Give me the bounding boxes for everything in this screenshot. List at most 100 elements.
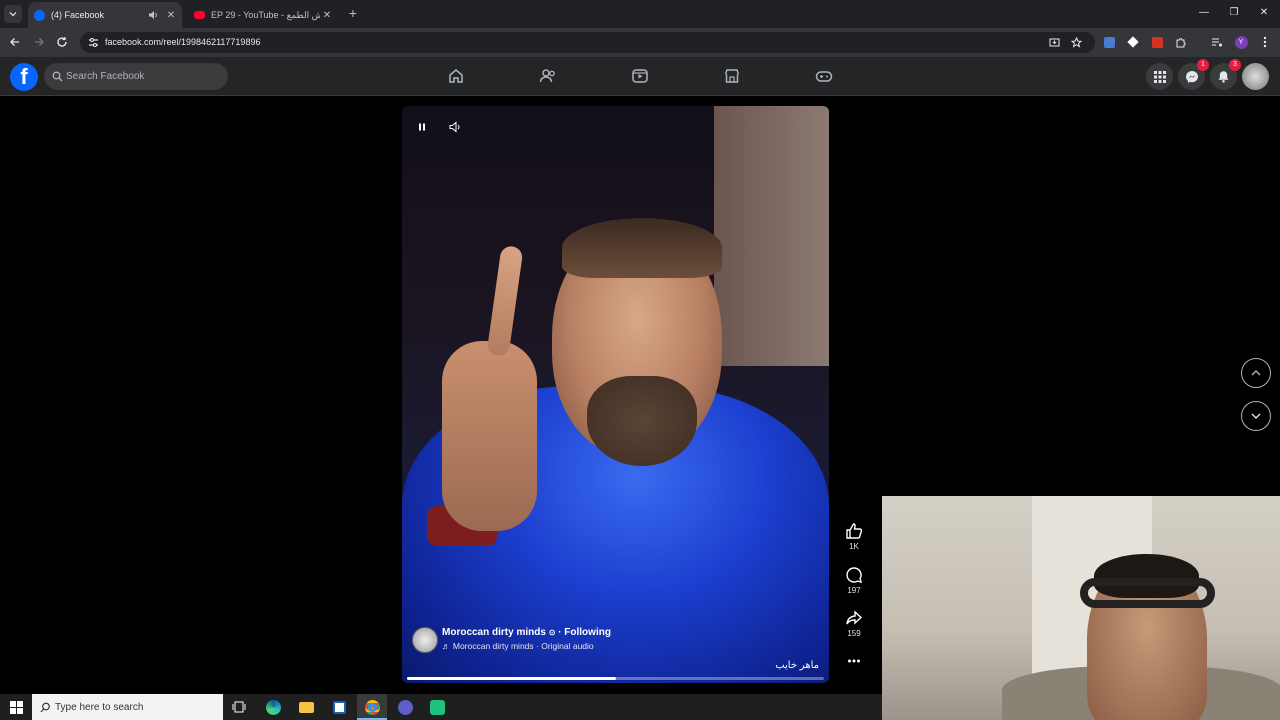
video-scene-beard: [587, 376, 697, 466]
author-name[interactable]: Moroccan dirty minds: [442, 627, 546, 638]
bell-icon: [1218, 71, 1229, 83]
more-options-button[interactable]: [840, 654, 868, 668]
chevron-down-icon: [1251, 413, 1261, 419]
notifications-badge: 3: [1229, 59, 1241, 71]
chrome-icon: [364, 699, 380, 715]
close-tab-icon[interactable]: ✕: [320, 8, 334, 22]
arrow-right-icon: [35, 38, 44, 46]
taskbar-search-input[interactable]: Type here to search: [32, 694, 223, 720]
grid-icon: [1153, 70, 1166, 83]
arrow-left-icon: [10, 38, 19, 46]
facebook-header: f Search Facebook 1 3: [0, 57, 1280, 96]
app-taskbar-button[interactable]: [428, 698, 446, 716]
author-line: Moroccan dirty minds ⊙ · Following: [442, 627, 611, 638]
facebook-favicon-icon: [34, 9, 45, 21]
speaker-icon[interactable]: [146, 8, 160, 22]
pause-icon: [419, 123, 425, 131]
youtube-favicon-icon: [194, 11, 205, 19]
next-reel-button[interactable]: [1241, 401, 1271, 431]
author-avatar[interactable]: [412, 627, 438, 653]
app-icon: [429, 699, 445, 715]
video-scene-hair: [562, 218, 722, 278]
search-placeholder: Search Facebook: [66, 71, 145, 82]
menu-grid-button[interactable]: [1146, 63, 1173, 90]
forward-button[interactable]: [32, 35, 46, 49]
windows-start-button[interactable]: [7, 698, 25, 716]
music-note-icon: ♬: [442, 641, 453, 651]
translate-extension-icon[interactable]: [1102, 35, 1116, 49]
webcam-overlay: [882, 496, 1280, 720]
close-window-button[interactable]: ✕: [1250, 4, 1278, 22]
facebook-search-input[interactable]: Search Facebook: [44, 63, 228, 90]
following-button[interactable]: · Following: [558, 627, 611, 638]
account-avatar[interactable]: [1242, 63, 1269, 90]
share-action[interactable]: 159: [840, 609, 868, 638]
file-explorer-button[interactable]: [297, 698, 315, 716]
back-button[interactable]: [8, 35, 22, 49]
folder-icon: [298, 701, 314, 713]
reload-button[interactable]: [55, 35, 69, 49]
pause-button[interactable]: [413, 118, 431, 136]
nav-marketplace-icon[interactable]: [723, 67, 741, 85]
extension-diamond-icon[interactable]: [1126, 35, 1140, 49]
close-tab-icon[interactable]: ✕: [164, 8, 178, 22]
like-action[interactable]: 1K: [840, 522, 868, 551]
chrome-taskbar-button[interactable]: [363, 698, 381, 716]
extensions-puzzle-icon[interactable]: [1174, 35, 1188, 49]
browser-menu-icon[interactable]: [1258, 35, 1272, 49]
search-icon: [52, 71, 63, 82]
task-view-icon: [232, 701, 246, 713]
tab-facebook[interactable]: (4) Facebook ✕: [28, 2, 182, 28]
messenger-icon: [1185, 70, 1198, 83]
nav-friends-icon[interactable]: [539, 67, 557, 85]
profile-avatar[interactable]: Y: [1234, 35, 1248, 49]
task-view-button[interactable]: [230, 698, 248, 716]
media-control-icon[interactable]: [1210, 35, 1224, 49]
reload-icon: [57, 37, 67, 47]
obs-taskbar-button[interactable]: [396, 698, 414, 716]
facebook-logo[interactable]: f: [10, 63, 38, 91]
more-horizontal-icon: [848, 659, 860, 663]
like-icon: [846, 523, 863, 539]
share-count: 159: [847, 629, 861, 638]
tab-youtube[interactable]: EP 29 - YouTube - عش الطمع ✕: [188, 2, 338, 28]
video-progress-fill: [407, 677, 616, 680]
speaker-icon: [449, 121, 460, 133]
video-progress-bar[interactable]: [407, 677, 824, 680]
url-text: facebook.com/reel/1998462117719896: [105, 37, 261, 47]
bookmark-star-icon[interactable]: [1069, 35, 1083, 49]
reel-video[interactable]: Moroccan dirty minds ⊙ · Following ♬ Mor…: [402, 106, 829, 683]
store-button[interactable]: [330, 698, 348, 716]
like-count: 1K: [849, 542, 859, 551]
mute-button[interactable]: [446, 118, 464, 136]
tab-title: EP 29 - YouTube - عش الطمع: [211, 9, 320, 20]
nav-video-icon[interactable]: [631, 67, 649, 85]
taskbar-search-placeholder: Type here to search: [55, 701, 144, 713]
store-icon: [332, 700, 346, 714]
browser-toolbar: facebook.com/reel/1998462117719896 Y: [0, 28, 1280, 57]
windows-taskbar: Type here to search: [0, 694, 882, 720]
extension-red-icon[interactable]: [1150, 35, 1164, 49]
install-app-icon[interactable]: [1047, 35, 1061, 49]
minimize-button[interactable]: —: [1190, 4, 1218, 22]
obs-icon: [397, 699, 413, 715]
comment-action[interactable]: 197: [840, 566, 868, 595]
tab-search-button[interactable]: [4, 5, 22, 23]
site-info-icon[interactable]: [88, 37, 99, 48]
audio-line[interactable]: ♬ Moroccan dirty minds · Original audio: [442, 641, 594, 651]
previous-reel-button[interactable]: [1241, 358, 1271, 388]
search-icon: [40, 702, 50, 712]
windows-logo-icon: [9, 700, 23, 714]
messenger-button[interactable]: 1: [1178, 59, 1209, 90]
share-icon: [846, 610, 863, 625]
restore-button[interactable]: ❐: [1220, 4, 1248, 22]
new-tab-button[interactable]: +: [346, 6, 360, 20]
nav-home-icon[interactable]: [447, 67, 465, 85]
address-bar[interactable]: facebook.com/reel/1998462117719896: [80, 32, 1095, 53]
edge-taskbar-button[interactable]: [264, 698, 282, 716]
notifications-button[interactable]: 3: [1210, 59, 1241, 90]
video-scene-hand: [442, 341, 537, 531]
comment-icon: [846, 567, 862, 583]
messenger-badge: 1: [1197, 59, 1209, 71]
nav-gaming-icon[interactable]: [815, 67, 833, 85]
